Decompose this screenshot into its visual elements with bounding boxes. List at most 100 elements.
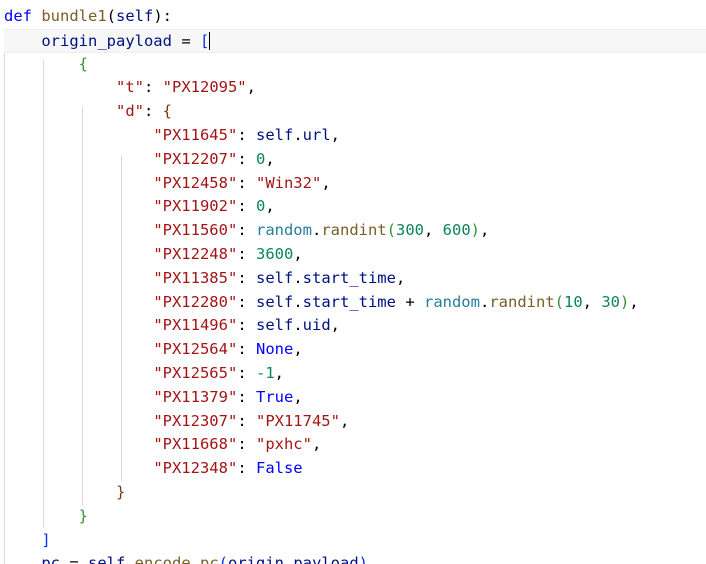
code-line[interactable]: "PX12564": None, <box>4 338 303 362</box>
code-line[interactable]: } <box>4 481 125 505</box>
code-token: "PX12095" <box>162 78 247 97</box>
code-token: : <box>237 149 256 168</box>
code-token: -1 <box>255 364 275 382</box>
code-token: url <box>302 126 331 144</box>
code-token: uid <box>302 316 331 335</box>
code-line[interactable]: "PX11902": 0, <box>4 195 275 219</box>
code-token: . <box>311 221 322 240</box>
code-line[interactable]: "PX11496": self.uid, <box>4 314 340 338</box>
code-token: ( <box>218 554 229 564</box>
code-line[interactable]: "PX12458": "Win32", <box>4 172 330 196</box>
code-token: : <box>237 387 256 406</box>
code-token: "PX12348" <box>153 459 238 478</box>
code-token: , <box>629 292 639 311</box>
code-line[interactable]: "d": { <box>4 100 172 124</box>
code-token: , <box>246 78 256 97</box>
code-token: , <box>293 387 303 406</box>
code-line[interactable]: "PX11385": self.start_time, <box>4 267 405 291</box>
code-token: , <box>339 411 350 430</box>
code-token: start_time <box>302 268 396 287</box>
code-token: self <box>255 292 294 311</box>
code-token: random <box>423 292 480 311</box>
code-token: , <box>395 268 406 287</box>
code-token: 0 <box>255 197 266 216</box>
code-token: : <box>237 268 256 287</box>
code-token: : <box>237 411 256 430</box>
code-token: self <box>88 554 126 564</box>
code-line[interactable]: "PX11645": self.url, <box>4 124 340 148</box>
code-token: "PX11668" <box>153 435 238 454</box>
code-token: randint <box>321 221 387 240</box>
code-token: "Win32" <box>255 173 322 192</box>
code-line[interactable]: "PX12565": -1, <box>4 362 284 386</box>
code-line[interactable]: ] <box>4 529 50 553</box>
code-line[interactable]: "PX11668": "pxhc", <box>4 433 321 457</box>
code-line[interactable]: origin_payload = [ <box>4 28 706 53</box>
code-token: 600 <box>442 221 471 240</box>
code-editor[interactable]: def bundle1(self): origin_payload = [ { … <box>0 0 706 564</box>
code-token: : <box>237 316 256 335</box>
code-token: { <box>162 102 172 121</box>
code-token: "PX12458" <box>153 173 238 192</box>
code-token: random <box>255 221 312 240</box>
code-token: None <box>255 340 294 359</box>
code-token: 300 <box>396 221 424 240</box>
code-token: , <box>293 340 303 359</box>
code-line[interactable]: "PX12207": 0, <box>4 148 275 172</box>
code-token: : <box>143 78 163 97</box>
code-token: . <box>293 126 303 144</box>
code-token: , <box>582 292 602 311</box>
code-token: : <box>237 126 256 144</box>
code-token: , <box>330 126 340 144</box>
code-token: , <box>265 149 275 168</box>
code-line[interactable]: "PX12248": 3600, <box>4 243 303 267</box>
code-token: "PX11385" <box>153 268 238 287</box>
code-token: , <box>274 364 284 382</box>
code-token: . <box>293 268 303 287</box>
code-line[interactable]: "PX11379": True, <box>4 386 303 410</box>
code-token: , <box>293 245 303 263</box>
code-token: bundle1 <box>41 7 107 25</box>
code-token: , <box>330 316 340 335</box>
code-token: : <box>237 364 256 382</box>
code-token: . <box>125 554 135 564</box>
code-line[interactable]: "PX12280": self.start_time + random.rand… <box>4 291 639 315</box>
code-token: ) <box>470 221 481 240</box>
code-line[interactable]: "PX12348": False <box>4 457 302 481</box>
code-line[interactable]: "PX11560": random.randint(300, 600), <box>4 219 489 243</box>
code-line[interactable]: "t": "PX12095", <box>4 76 256 100</box>
code-line[interactable]: "PX12307": "PX11745", <box>4 410 349 434</box>
code-token: 10 <box>564 292 583 311</box>
code-line[interactable]: pc = self.encode_pc(origin_payload) <box>4 552 368 564</box>
code-token: def <box>4 7 32 25</box>
code-token: : <box>237 292 256 311</box>
code-line[interactable]: } <box>4 505 88 529</box>
code-token: 30 <box>601 292 621 311</box>
code-token: "PX12248" <box>153 245 238 263</box>
code-token: "PX12564" <box>153 340 238 359</box>
code-line[interactable]: def bundle1(self): <box>4 5 172 29</box>
code-token: { <box>78 54 88 73</box>
code-token: "PX12565" <box>153 364 238 382</box>
code-token: "PX11902" <box>153 197 238 216</box>
code-line[interactable]: { <box>4 53 88 77</box>
code-token: pc <box>41 554 60 564</box>
code-token: , <box>265 197 275 216</box>
code-token: 3600 <box>255 245 294 263</box>
code-token: "PX11496" <box>153 316 238 335</box>
code-token: , <box>424 221 443 240</box>
code-token: + <box>395 292 424 311</box>
